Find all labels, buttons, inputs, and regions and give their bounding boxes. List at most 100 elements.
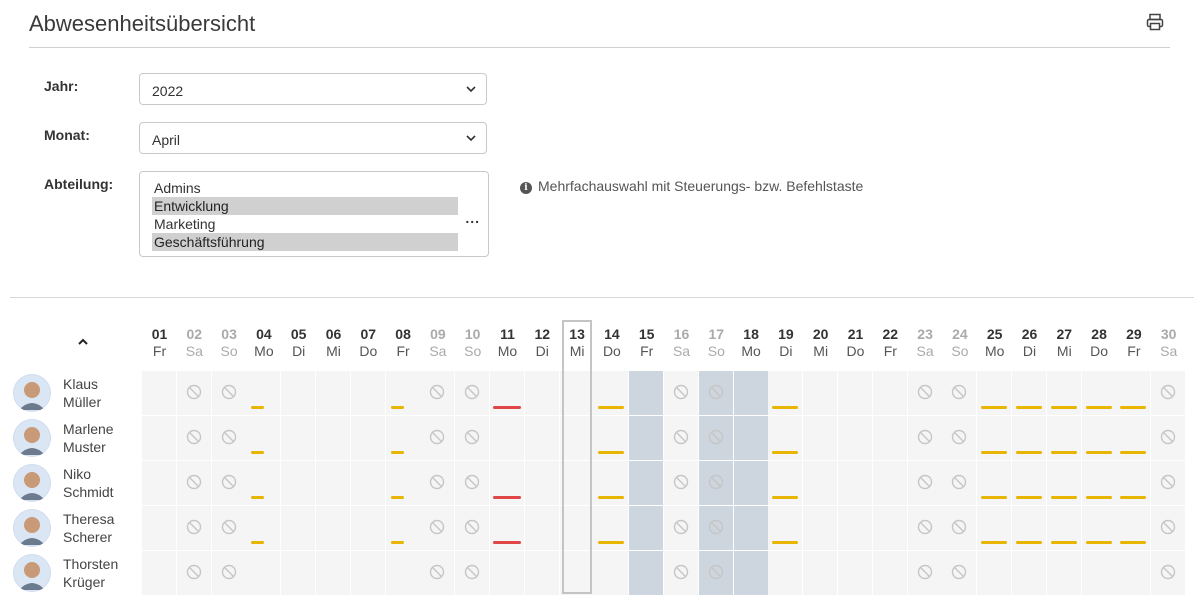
day-cell[interactable] xyxy=(246,416,281,460)
absence-bar[interactable] xyxy=(390,406,404,409)
day-cell[interactable] xyxy=(1046,371,1081,415)
day-cell[interactable] xyxy=(838,416,872,460)
day-cell[interactable] xyxy=(977,416,1012,460)
day-cell[interactable] xyxy=(907,461,942,505)
day-cell[interactable] xyxy=(629,551,664,595)
day-cell[interactable] xyxy=(803,506,838,550)
absence-bar[interactable] xyxy=(390,541,404,544)
day-cell[interactable] xyxy=(142,371,176,415)
day-cell[interactable] xyxy=(176,416,211,460)
day-cell[interactable] xyxy=(907,506,942,550)
day-cell[interactable] xyxy=(698,551,733,595)
absence-bar[interactable] xyxy=(493,496,521,499)
day-cell[interactable] xyxy=(1012,551,1046,595)
day-cell[interactable] xyxy=(872,371,907,415)
day-cell[interactable] xyxy=(872,461,907,505)
day-cell[interactable] xyxy=(1046,461,1081,505)
day-cell[interactable] xyxy=(524,461,559,505)
department-option[interactable]: Admins xyxy=(152,179,458,197)
chevron-up-icon[interactable] xyxy=(77,336,89,348)
day-cell[interactable] xyxy=(142,416,176,460)
day-cell[interactable] xyxy=(1116,551,1151,595)
day-cell[interactable] xyxy=(594,371,629,415)
absence-bar[interactable] xyxy=(251,541,265,544)
day-cell[interactable] xyxy=(316,506,350,550)
department-option[interactable]: Marketing xyxy=(152,215,458,233)
person-name[interactable]: Marlene Muster xyxy=(63,420,114,456)
day-cell[interactable] xyxy=(629,416,664,460)
day-cell[interactable] xyxy=(942,371,977,415)
absence-bar[interactable] xyxy=(1050,496,1077,499)
day-cell[interactable] xyxy=(664,551,698,595)
day-cell[interactable] xyxy=(1116,506,1151,550)
absence-bar[interactable] xyxy=(1016,496,1042,499)
day-cell[interactable] xyxy=(420,416,455,460)
day-cell[interactable] xyxy=(281,461,316,505)
day-cell[interactable] xyxy=(490,416,524,460)
day-cell[interactable] xyxy=(768,371,803,415)
absence-bar[interactable] xyxy=(772,406,799,409)
day-cell[interactable] xyxy=(838,551,872,595)
day-cell[interactable] xyxy=(1116,371,1151,415)
day-cell[interactable] xyxy=(281,551,316,595)
day-cell[interactable] xyxy=(594,551,629,595)
absence-bar[interactable] xyxy=(1050,541,1077,544)
day-cell[interactable] xyxy=(942,506,977,550)
day-cell[interactable] xyxy=(1012,416,1046,460)
absence-bar[interactable] xyxy=(1120,541,1147,544)
day-cell[interactable] xyxy=(838,461,872,505)
day-cell[interactable] xyxy=(1081,551,1116,595)
day-cell[interactable] xyxy=(350,506,385,550)
absence-bar[interactable] xyxy=(598,406,625,409)
day-cell[interactable] xyxy=(281,371,316,415)
day-cell[interactable] xyxy=(455,506,490,550)
day-cell[interactable] xyxy=(838,371,872,415)
day-cell[interactable] xyxy=(385,506,420,550)
day-cell[interactable] xyxy=(176,461,211,505)
person-name[interactable]: Thorsten Krüger xyxy=(63,555,118,591)
day-cell[interactable] xyxy=(977,461,1012,505)
day-cell[interactable] xyxy=(872,551,907,595)
absence-bar[interactable] xyxy=(598,541,625,544)
day-cell[interactable] xyxy=(768,461,803,505)
absence-bar[interactable] xyxy=(1120,496,1147,499)
day-cell[interactable] xyxy=(246,461,281,505)
month-select[interactable]: April xyxy=(139,122,487,154)
day-cell[interactable] xyxy=(1012,371,1046,415)
day-cell[interactable] xyxy=(176,551,211,595)
absence-bar[interactable] xyxy=(981,541,1008,544)
day-cell[interactable] xyxy=(1046,506,1081,550)
day-cell[interactable] xyxy=(211,416,246,460)
day-cell[interactable] xyxy=(733,551,768,595)
day-cell[interactable] xyxy=(733,416,768,460)
day-cell[interactable] xyxy=(733,461,768,505)
day-cell[interactable] xyxy=(1081,506,1116,550)
day-cell[interactable] xyxy=(942,416,977,460)
day-cell[interactable] xyxy=(594,506,629,550)
day-cell[interactable] xyxy=(872,416,907,460)
day-cell[interactable] xyxy=(281,506,316,550)
day-cell[interactable] xyxy=(1081,416,1116,460)
absence-bar[interactable] xyxy=(598,496,625,499)
day-cell[interactable] xyxy=(907,551,942,595)
absence-bar[interactable] xyxy=(1085,406,1112,409)
day-cell[interactable] xyxy=(385,551,420,595)
day-cell[interactable] xyxy=(455,416,490,460)
day-cell[interactable] xyxy=(316,551,350,595)
person-name[interactable]: Theresa Scherer xyxy=(63,510,114,546)
absence-bar[interactable] xyxy=(1120,451,1147,454)
day-cell[interactable] xyxy=(246,371,281,415)
day-cell[interactable] xyxy=(977,551,1012,595)
day-cell[interactable] xyxy=(1012,461,1046,505)
day-cell[interactable] xyxy=(490,551,524,595)
absence-bar[interactable] xyxy=(390,451,404,454)
day-cell[interactable] xyxy=(142,461,176,505)
scroll-more-indicator[interactable]: ... xyxy=(465,210,480,226)
day-cell[interactable] xyxy=(1046,416,1081,460)
absence-bar[interactable] xyxy=(1085,496,1112,499)
day-cell[interactable] xyxy=(733,506,768,550)
department-option[interactable]: Entwicklung xyxy=(152,197,458,215)
day-cell[interactable] xyxy=(1046,551,1081,595)
absence-bar[interactable] xyxy=(493,406,521,409)
day-cell[interactable] xyxy=(490,461,524,505)
